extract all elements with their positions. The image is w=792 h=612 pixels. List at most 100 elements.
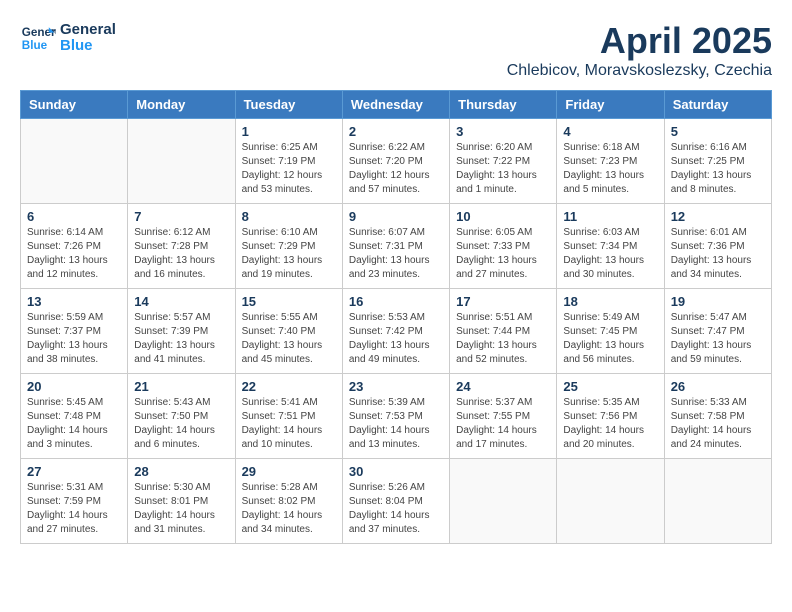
day-info: Sunrise: 6:01 AM Sunset: 7:36 PM Dayligh… <box>671 226 765 282</box>
day-info: Sunrise: 5:55 AM Sunset: 7:40 PM Dayligh… <box>242 311 336 367</box>
calendar-cell <box>128 119 235 204</box>
day-info: Sunrise: 6:18 AM Sunset: 7:23 PM Dayligh… <box>563 141 657 197</box>
day-info: Sunrise: 6:16 AM Sunset: 7:25 PM Dayligh… <box>671 141 765 197</box>
calendar-cell: 11 Sunrise: 6:03 AM Sunset: 7:34 PM Dayli… <box>557 204 664 289</box>
day-number: 7 <box>134 209 228 224</box>
day-number: 22 <box>242 379 336 394</box>
day-number: 18 <box>563 294 657 309</box>
calendar-cell: 17Sunrise: 5:51 AM Sunset: 7:44 PM Dayli… <box>450 289 557 374</box>
svg-text:General: General <box>22 26 56 39</box>
weekday-header-tuesday: Tuesday <box>235 91 342 119</box>
day-number: 1 <box>242 124 336 139</box>
day-info: Sunrise: 6:05 AM Sunset: 7:33 PM Dayligh… <box>456 226 550 282</box>
day-number: 23 <box>349 379 443 394</box>
day-number: 3 <box>456 124 550 139</box>
day-info: Sunrise: 6:20 AM Sunset: 7:22 PM Dayligh… <box>456 141 550 197</box>
calendar-cell: 25 Sunrise: 5:35 AM Sunset: 7:56 PM Dayli… <box>557 374 664 459</box>
calendar-cell: 6Sunrise: 6:14 AM Sunset: 7:26 PM Daylig… <box>21 204 128 289</box>
day-info: Sunrise: 5:51 AM Sunset: 7:44 PM Dayligh… <box>456 311 550 367</box>
week-row-3: 13 Sunrise: 5:59 AM Sunset: 7:37 PM Dayli… <box>21 289 772 374</box>
header: General Blue General Blue April 2025 Chl… <box>20 20 772 80</box>
day-info: Sunrise: 6:25 AM Sunset: 7:19 PM Dayligh… <box>242 141 336 197</box>
day-info: Sunrise: 5:45 AM Sunset: 7:48 PM Dayligh… <box>27 396 121 452</box>
calendar-cell: 16Sunrise: 5:53 AM Sunset: 7:42 PM Dayli… <box>342 289 449 374</box>
calendar-cell <box>557 459 664 544</box>
day-number: 12 <box>671 209 765 224</box>
calendar-cell: 3 Sunrise: 6:20 AM Sunset: 7:22 PM Daylig… <box>450 119 557 204</box>
day-info: Sunrise: 5:53 AM Sunset: 7:42 PM Dayligh… <box>349 311 443 367</box>
calendar-cell: 27 Sunrise: 5:31 AM Sunset: 7:59 PM Dayli… <box>21 459 128 544</box>
calendar-cell: 24Sunrise: 5:37 AM Sunset: 7:55 PM Dayli… <box>450 374 557 459</box>
day-info: Sunrise: 5:47 AM Sunset: 7:47 PM Dayligh… <box>671 311 765 367</box>
day-number: 28 <box>134 464 228 479</box>
day-number: 27 <box>27 464 121 479</box>
week-row-1: 1 Sunrise: 6:25 AM Sunset: 7:19 PM Daylig… <box>21 119 772 204</box>
calendar-table: SundayMondayTuesdayWednesdayThursdayFrid… <box>20 90 772 544</box>
logo-line2: Blue <box>60 38 116 55</box>
calendar-cell: 28 Sunrise: 5:30 AM Sunset: 8:01 PM Dayli… <box>128 459 235 544</box>
calendar-cell: 13 Sunrise: 5:59 AM Sunset: 7:37 PM Dayli… <box>21 289 128 374</box>
calendar-cell: 15Sunrise: 5:55 AM Sunset: 7:40 PM Dayli… <box>235 289 342 374</box>
calendar-cell: 5 Sunrise: 6:16 AM Sunset: 7:25 PM Daylig… <box>664 119 771 204</box>
day-info: Sunrise: 6:22 AM Sunset: 7:20 PM Dayligh… <box>349 141 443 197</box>
calendar-cell <box>664 459 771 544</box>
weekday-header-row: SundayMondayTuesdayWednesdayThursdayFrid… <box>21 91 772 119</box>
day-number: 10 <box>456 209 550 224</box>
day-info: Sunrise: 6:12 AM Sunset: 7:28 PM Dayligh… <box>134 226 228 282</box>
calendar-cell: 18 Sunrise: 5:49 AM Sunset: 7:45 PM Dayli… <box>557 289 664 374</box>
day-info: Sunrise: 5:30 AM Sunset: 8:01 PM Dayligh… <box>134 481 228 537</box>
week-row-2: 6Sunrise: 6:14 AM Sunset: 7:26 PM Daylig… <box>21 204 772 289</box>
svg-text:Blue: Blue <box>22 39 48 52</box>
calendar-cell: 29Sunrise: 5:28 AM Sunset: 8:02 PM Dayli… <box>235 459 342 544</box>
logo: General Blue General Blue <box>20 20 116 56</box>
calendar-cell <box>450 459 557 544</box>
weekday-header-monday: Monday <box>128 91 235 119</box>
day-number: 2 <box>349 124 443 139</box>
calendar-cell: 1 Sunrise: 6:25 AM Sunset: 7:19 PM Daylig… <box>235 119 342 204</box>
day-number: 4 <box>563 124 657 139</box>
day-info: Sunrise: 5:37 AM Sunset: 7:55 PM Dayligh… <box>456 396 550 452</box>
calendar-cell: 7 Sunrise: 6:12 AM Sunset: 7:28 PM Daylig… <box>128 204 235 289</box>
day-info: Sunrise: 5:33 AM Sunset: 7:58 PM Dayligh… <box>671 396 765 452</box>
weekday-header-wednesday: Wednesday <box>342 91 449 119</box>
calendar-cell: 8Sunrise: 6:10 AM Sunset: 7:29 PM Daylig… <box>235 204 342 289</box>
calendar-cell: 2 Sunrise: 6:22 AM Sunset: 7:20 PM Daylig… <box>342 119 449 204</box>
weekday-header-friday: Friday <box>557 91 664 119</box>
day-number: 13 <box>27 294 121 309</box>
week-row-5: 27 Sunrise: 5:31 AM Sunset: 7:59 PM Dayli… <box>21 459 772 544</box>
day-info: Sunrise: 6:03 AM Sunset: 7:34 PM Dayligh… <box>563 226 657 282</box>
calendar-cell: 22 Sunrise: 5:41 AM Sunset: 7:51 PM Dayli… <box>235 374 342 459</box>
calendar-cell: 26 Sunrise: 5:33 AM Sunset: 7:58 PM Dayli… <box>664 374 771 459</box>
day-number: 29 <box>242 464 336 479</box>
calendar-cell: 14 Sunrise: 5:57 AM Sunset: 7:39 PM Dayli… <box>128 289 235 374</box>
day-number: 30 <box>349 464 443 479</box>
day-info: Sunrise: 5:57 AM Sunset: 7:39 PM Dayligh… <box>134 311 228 367</box>
day-number: 21 <box>134 379 228 394</box>
day-number: 14 <box>134 294 228 309</box>
calendar-cell: 23 Sunrise: 5:39 AM Sunset: 7:53 PM Dayli… <box>342 374 449 459</box>
day-info: Sunrise: 5:59 AM Sunset: 7:37 PM Dayligh… <box>27 311 121 367</box>
day-info: Sunrise: 5:31 AM Sunset: 7:59 PM Dayligh… <box>27 481 121 537</box>
calendar-cell: 19 Sunrise: 5:47 AM Sunset: 7:47 PM Dayli… <box>664 289 771 374</box>
calendar-cell: 4 Sunrise: 6:18 AM Sunset: 7:23 PM Daylig… <box>557 119 664 204</box>
day-number: 26 <box>671 379 765 394</box>
day-number: 25 <box>563 379 657 394</box>
weekday-header-thursday: Thursday <box>450 91 557 119</box>
day-info: Sunrise: 6:14 AM Sunset: 7:26 PM Dayligh… <box>27 226 121 282</box>
logo-icon: General Blue <box>20 20 56 56</box>
day-info: Sunrise: 5:39 AM Sunset: 7:53 PM Dayligh… <box>349 396 443 452</box>
day-number: 19 <box>671 294 765 309</box>
calendar-cell: 12 Sunrise: 6:01 AM Sunset: 7:36 PM Dayli… <box>664 204 771 289</box>
day-info: Sunrise: 5:49 AM Sunset: 7:45 PM Dayligh… <box>563 311 657 367</box>
day-number: 5 <box>671 124 765 139</box>
calendar-subtitle: Chlebicov, Moravskoslezsky, Czechia <box>507 62 772 80</box>
day-info: Sunrise: 5:41 AM Sunset: 7:51 PM Dayligh… <box>242 396 336 452</box>
calendar-cell: 10 Sunrise: 6:05 AM Sunset: 7:33 PM Dayli… <box>450 204 557 289</box>
week-row-4: 20Sunrise: 5:45 AM Sunset: 7:48 PM Dayli… <box>21 374 772 459</box>
logo-line1: General <box>60 22 116 39</box>
day-info: Sunrise: 5:35 AM Sunset: 7:56 PM Dayligh… <box>563 396 657 452</box>
day-number: 9 <box>349 209 443 224</box>
day-number: 11 <box>563 209 657 224</box>
day-info: Sunrise: 5:26 AM Sunset: 8:04 PM Dayligh… <box>349 481 443 537</box>
calendar-title: April 2025 <box>507 20 772 62</box>
